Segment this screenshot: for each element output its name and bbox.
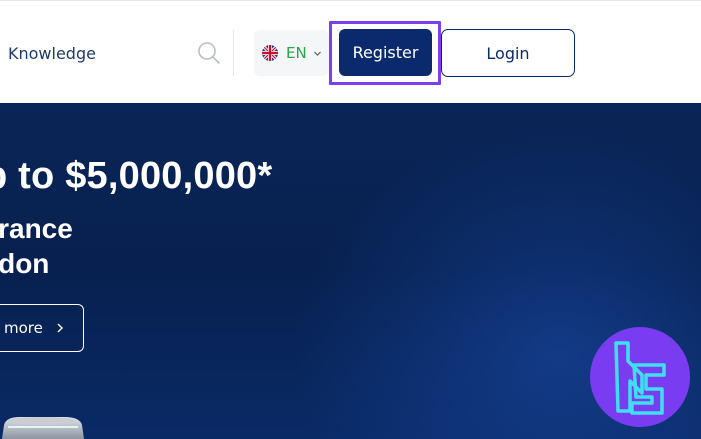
hero-headline: p to $5,000,000* [0,155,273,197]
search-button[interactable] [196,40,222,66]
language-code: EN [286,44,307,62]
chevron-down-icon [314,51,321,56]
hero-subline-1: urance [0,213,73,244]
tradingfinder-logo-icon [614,341,666,415]
register-button[interactable]: Register [339,29,432,76]
hero-subline-2: ndon [0,248,50,279]
nav-link-knowledge[interactable]: Knowledge [8,44,96,63]
login-button[interactable]: Login [441,29,575,77]
site-header: Knowledge EN Register Login [0,0,701,103]
search-icon [198,42,220,64]
hero-product-image [2,417,84,439]
tradingfinder-logo-button[interactable] [590,327,690,427]
learn-more-button[interactable]: more [0,304,84,352]
chevron-right-icon [57,323,63,333]
learn-more-label: more [4,319,43,337]
header-divider [233,30,234,76]
header-top-border [0,0,701,1]
uk-flag-icon [262,45,278,61]
language-selector[interactable]: EN [254,30,329,76]
